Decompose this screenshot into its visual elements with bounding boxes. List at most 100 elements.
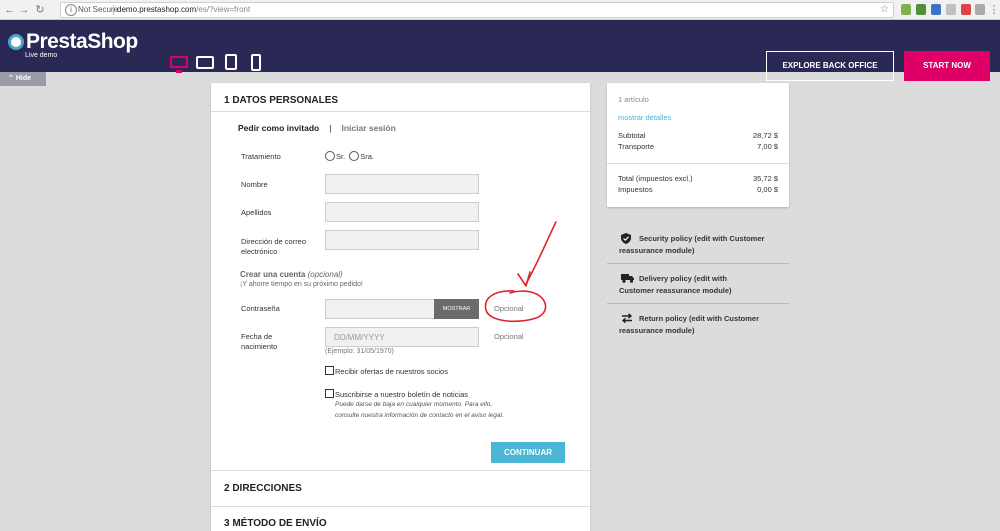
security-policy-line2: reassurance module) — [619, 246, 695, 255]
total-row: Total (impuestos excl.) 35,72 $ — [618, 174, 778, 183]
logo-text: PrestaShop — [26, 30, 138, 53]
last-name-label: Apellidos — [241, 208, 272, 217]
email-label-line1: Dirección de correo — [241, 237, 307, 246]
birthdate-label-line2: nacimiento — [241, 342, 278, 351]
address-bar[interactable]: i Not Secure demo.prestashop.com/es/?vie… — [60, 2, 894, 18]
prestashop-logo[interactable]: PrestaShop — [8, 30, 138, 54]
subtotal-value: 28,72 $ — [752, 131, 778, 140]
forward-icon[interactable]: → — [18, 3, 30, 17]
radio-sra[interactable] — [349, 151, 360, 161]
url-divider — [113, 5, 114, 15]
birthdate-field[interactable]: DD/MM/YYYY — [325, 327, 479, 347]
logo-icon — [8, 34, 24, 50]
taxes-label: Impuestos — [618, 185, 653, 194]
last-name-field[interactable] — [325, 202, 479, 222]
subtotal-label: Subtotal — [618, 131, 646, 140]
tablet-landscape-icon[interactable] — [196, 56, 214, 69]
info-icon[interactable]: i — [65, 4, 77, 16]
create-account-optional: (opcional) — [307, 270, 343, 279]
url-text[interactable]: demo.prestashop.com/es/?view=front — [117, 5, 250, 14]
tablet-portrait-icon[interactable] — [225, 54, 237, 70]
first-name-label: Nombre — [241, 180, 268, 189]
first-name-field[interactable] — [325, 174, 479, 194]
reload-icon[interactable]: ↻ — [34, 3, 46, 17]
return-policy-line1: Return policy (edit with Customer — [639, 314, 760, 323]
radio-sr-label: Sr. — [336, 152, 346, 161]
shipping-label: Transporte — [618, 142, 654, 151]
offers-checkbox[interactable] — [325, 366, 334, 375]
desktop-view-icon[interactable] — [170, 56, 188, 73]
total-label: Total (impuestos excl.) — [618, 174, 693, 183]
reassurance-divider — [607, 303, 789, 304]
step-shipping-title[interactable]: 3 MÉTODO DE ENVÍO — [224, 518, 327, 529]
title-label: Tratamiento — [241, 152, 281, 161]
extension-icon[interactable] — [916, 4, 926, 15]
extension-icon[interactable] — [975, 4, 985, 15]
reassurance-divider — [607, 263, 789, 264]
password-field[interactable] — [325, 299, 435, 319]
cart-summary: 1 artículo mostrar detalles Subtotal 28,7… — [607, 83, 789, 207]
delivery-policy: Delivery policy (edit with Customer reas… — [607, 273, 789, 297]
newsletter-checkbox-row: Suscribirse a nuestro boletín de noticia… — [325, 389, 468, 399]
radio-sra-label: Sra. — [360, 152, 375, 161]
back-icon[interactable]: ← — [4, 3, 16, 17]
hide-toggle[interactable]: ⌃ Hide — [0, 72, 46, 86]
security-policy: Security policy (edit with Customer reas… — [607, 233, 789, 257]
divider — [211, 111, 590, 112]
hide-label: Hide — [15, 75, 31, 82]
create-account-label: Crear una cuenta — [240, 270, 306, 279]
show-details-link[interactable]: mostrar detalles — [618, 113, 778, 122]
offers-label: Recibir ofertas de nuestros socios — [335, 367, 448, 376]
divider — [211, 470, 590, 471]
birthdate-optional: Opcional — [494, 332, 524, 341]
bookmark-star-icon[interactable]: ☆ — [880, 4, 889, 15]
delivery-policy-line2: Customer reassurance module) — [619, 286, 732, 295]
account-tabs: Pedir como invitado | Iniciar sesión — [238, 123, 396, 133]
annotation-circle-arrow — [484, 221, 557, 323]
title-radio-group: Sr. Sra. — [325, 151, 374, 161]
explore-back-office-button[interactable]: EXPLORE BACK OFFICE — [766, 51, 894, 81]
password-label: Contraseña — [241, 304, 280, 313]
shipping-value: 7,00 $ — [757, 142, 778, 151]
step-personal-info-title: 1 DATOS PERSONALES — [224, 95, 339, 106]
extension-icon[interactable] — [901, 4, 911, 15]
start-now-button[interactable]: START NOW — [904, 51, 990, 81]
divider — [211, 506, 590, 507]
create-account-title: Crear una cuenta (opcional) — [240, 270, 343, 279]
shipping-row: Transporte 7,00 $ — [618, 142, 778, 151]
tab-guest[interactable]: Pedir como invitado — [238, 123, 319, 133]
continue-button[interactable]: CONTINUAR — [491, 442, 565, 463]
newsletter-checkbox[interactable] — [325, 389, 334, 398]
email-label: Dirección de correo electrónico — [241, 237, 306, 257]
newsletter-label: Suscribirse a nuestro boletín de noticia… — [335, 390, 468, 399]
birthdate-hint: (Ejemplo: 31/05/1970) — [325, 348, 394, 355]
extension-icon[interactable] — [961, 4, 971, 15]
url-path: /es/?view=front — [196, 5, 251, 14]
swap-arrows-icon — [621, 313, 633, 323]
return-policy: Return policy (edit with Customer reassu… — [607, 313, 789, 337]
tab-login[interactable]: Iniciar sesión — [341, 123, 395, 133]
taxes-value: 0,00 $ — [757, 185, 778, 194]
truck-icon — [621, 274, 634, 283]
offers-checkbox-row: Recibir ofertas de nuestros socios — [325, 366, 448, 376]
step-addresses-title[interactable]: 2 DIRECCIONES — [224, 483, 302, 494]
url-host: demo.prestashop.com — [117, 5, 197, 14]
item-count: 1 artículo — [618, 95, 649, 104]
mobile-view-icon[interactable] — [251, 54, 261, 71]
create-account-subtitle: ¡Y ahorre tiempo en su próximo pedido! — [240, 281, 363, 288]
summary-divider — [607, 163, 789, 164]
total-value: 35,72 $ — [752, 174, 778, 183]
email-field[interactable] — [325, 230, 479, 250]
security-policy-line1: Security policy (edit with Customer — [639, 234, 765, 243]
radio-sr[interactable] — [325, 151, 335, 161]
return-policy-line2: reassurance module) — [619, 326, 695, 335]
extension-icon[interactable] — [946, 4, 956, 15]
shield-icon — [621, 233, 631, 244]
email-label-line2: electrónico — [241, 247, 278, 256]
browser-toolbar: ← → ↻ i Not Secure demo.prestashop.com/e… — [0, 0, 1000, 20]
extension-icon[interactable] — [931, 4, 941, 15]
show-password-button[interactable]: MOSTRAR — [434, 299, 479, 319]
logo-subtitle: Live demo — [25, 52, 58, 59]
menu-icon[interactable]: ⋮ — [988, 3, 1000, 17]
birthdate-label: Fecha de nacimiento — [241, 332, 277, 352]
